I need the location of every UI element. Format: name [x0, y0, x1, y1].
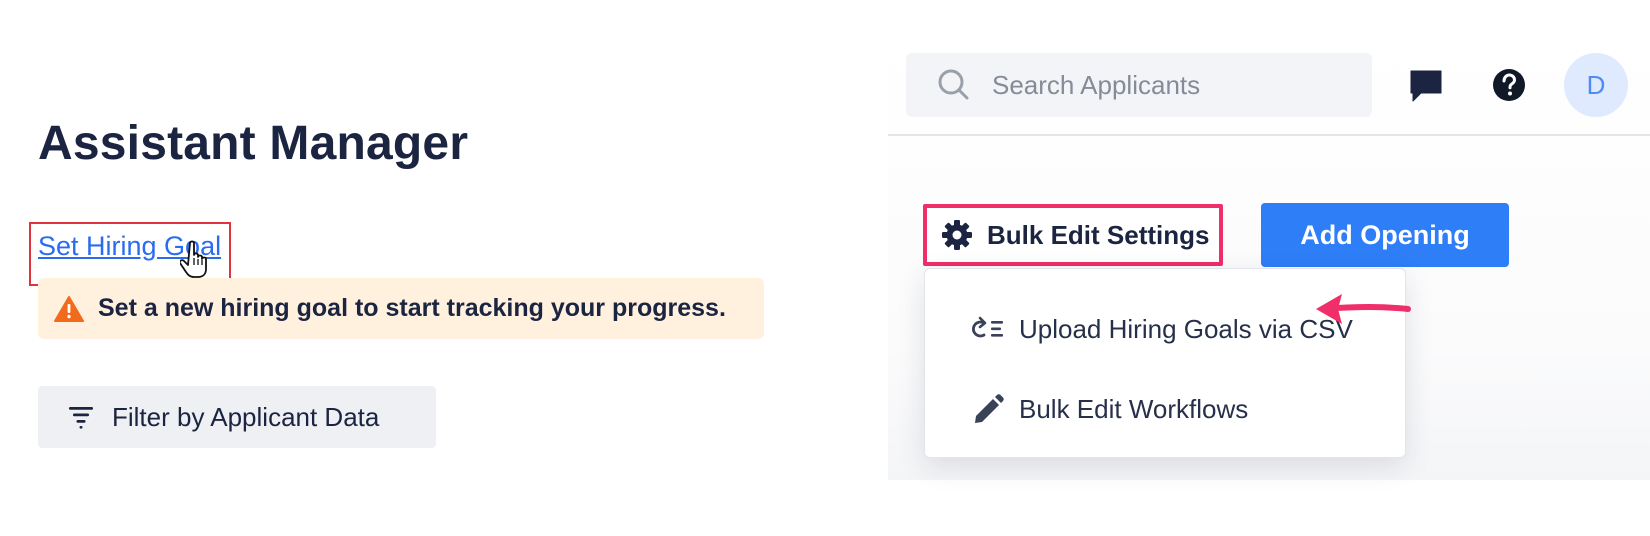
- search-box[interactable]: [906, 53, 1372, 117]
- upload-hiring-goals-label: Upload Hiring Goals via CSV: [1019, 313, 1353, 344]
- upload-list-icon: [972, 316, 1003, 338]
- search-icon: [938, 69, 969, 100]
- search-input[interactable]: [992, 69, 1372, 101]
- help-icon[interactable]: [1492, 68, 1526, 102]
- bulk-edit-settings-button[interactable]: Bulk Edit Settings: [923, 204, 1223, 266]
- pencil-icon: [975, 394, 1004, 423]
- bulk-edit-settings-label: Bulk Edit Settings: [987, 219, 1210, 250]
- menu-item-upload-hiring-goals[interactable]: Upload Hiring Goals via CSV: [969, 303, 1353, 355]
- filter-icon: [69, 407, 93, 429]
- tutorial-screenshot: Assistant Manager Set Hiring Goal Set a …: [0, 0, 1650, 536]
- hiring-goal-alert: Set a new hiring goal to start tracking …: [38, 278, 764, 339]
- alert-message: Set a new hiring goal to start tracking …: [98, 294, 726, 322]
- bulk-edit-workflows-label: Bulk Edit Workflows: [1019, 393, 1249, 424]
- page-title: Assistant Manager: [38, 117, 469, 170]
- filter-button-label: Filter by Applicant Data: [112, 401, 380, 432]
- bulk-edit-panel: D Bulk Edit Settings Add Opening: [888, 40, 1650, 480]
- user-avatar[interactable]: D: [1564, 53, 1628, 117]
- gear-icon: [942, 220, 972, 250]
- job-detail-panel: Assistant Manager Set Hiring Goal Set a …: [0, 0, 800, 536]
- menu-item-bulk-edit-workflows[interactable]: Bulk Edit Workflows: [969, 383, 1248, 435]
- header-divider: [888, 134, 1650, 136]
- chat-icon[interactable]: [1408, 68, 1444, 104]
- hand-cursor-icon: [180, 240, 207, 278]
- annotation-arrow-icon: [1316, 294, 1411, 324]
- add-opening-button[interactable]: Add Opening: [1261, 203, 1509, 267]
- filter-applicant-data-button[interactable]: Filter by Applicant Data: [38, 386, 436, 448]
- warning-icon: [54, 295, 84, 322]
